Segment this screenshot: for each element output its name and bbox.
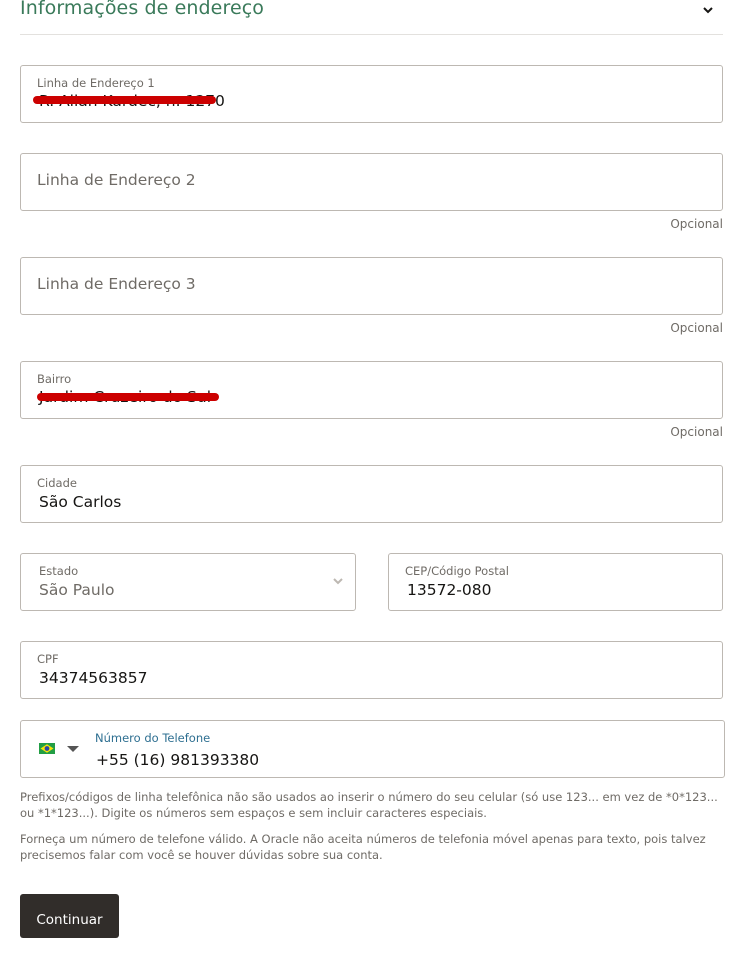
phone-label: Número do Telefone	[95, 731, 211, 745]
address-line-1-field[interactable]: Linha de Endereço 1 R. Allan Kardec, n. …	[20, 65, 723, 123]
cpf-field[interactable]: CPF 34374563857	[20, 641, 723, 699]
address-line-2-field[interactable]: Linha de Endereço 2	[20, 153, 723, 211]
continue-button[interactable]: Continuar	[20, 894, 119, 938]
chevron-down-icon[interactable]	[701, 3, 715, 17]
city-field[interactable]: Cidade São Carlos	[20, 465, 723, 523]
phone-value: +55 (16) 981393380	[96, 751, 260, 769]
redaction-mark	[33, 96, 216, 104]
postal-code-label: CEP/Código Postal	[405, 564, 509, 578]
phone-validity-text: Forneça um número de telefone válido. A …	[20, 832, 706, 862]
city-label: Cidade	[37, 476, 77, 490]
neighborhood-field[interactable]: Bairro Jardim Cruzeiro do Sul	[20, 361, 723, 419]
cpf-label: CPF	[37, 652, 59, 666]
city-value: São Carlos	[39, 493, 122, 511]
address-line-2-placeholder: Linha de Endereço 2	[37, 171, 196, 189]
address-line-3-placeholder: Linha de Endereço 3	[37, 275, 196, 293]
address-line-3-field[interactable]: Linha de Endereço 3	[20, 257, 723, 315]
address-line-2-optional: Opcional	[670, 217, 723, 231]
state-select[interactable]: Estado São Paulo	[20, 553, 356, 611]
section-title: Informações de endereço	[20, 0, 265, 19]
country-dropdown-caret-icon[interactable]	[67, 746, 79, 752]
address-line-3-optional: Opcional	[670, 321, 723, 335]
postal-code-value: 13572-080	[407, 581, 492, 599]
neighborhood-label: Bairro	[37, 372, 72, 386]
postal-code-field[interactable]: CEP/Código Postal 13572-080	[388, 553, 723, 611]
address-line-1-label: Linha de Endereço 1	[37, 76, 155, 90]
state-label: Estado	[39, 564, 79, 578]
brazil-flag-icon[interactable]	[39, 743, 55, 754]
chevron-down-icon[interactable]	[331, 574, 345, 588]
address-section-header[interactable]: Informações de endereço	[20, 0, 723, 35]
state-value: São Paulo	[39, 581, 115, 599]
phone-field[interactable]: Número do Telefone +55 (16) 981393380	[20, 720, 725, 778]
phone-help-text: Prefixos/códigos de linha telefônica não…	[20, 790, 718, 820]
redaction-mark	[37, 393, 219, 401]
cpf-value: 34374563857	[39, 669, 148, 687]
neighborhood-optional: Opcional	[670, 425, 723, 439]
